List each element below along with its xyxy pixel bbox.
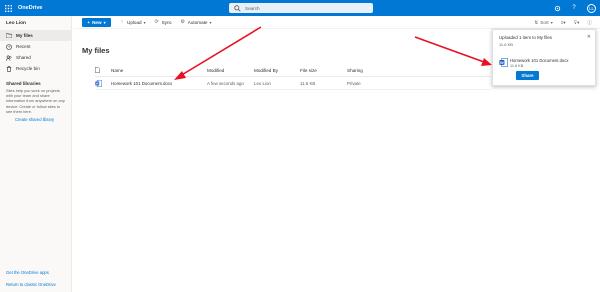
automate-button[interactable]: ⚙ Automate ▾: [180, 19, 212, 25]
word-document-icon: W: [499, 58, 508, 67]
share-button[interactable]: Share: [516, 71, 539, 80]
return-to-classic-link[interactable]: Return to classic OneDrive: [6, 282, 56, 287]
chevron-down-icon: ▾: [143, 19, 146, 25]
people-icon: [6, 54, 12, 61]
clock-icon: [6, 43, 12, 50]
get-onedrive-apps-link[interactable]: Get the OneDrive apps: [6, 270, 49, 275]
sort-icon: ⇅: [534, 19, 539, 25]
uploaded-file-name: Homework 101 Document.docx: [510, 58, 569, 63]
app-title[interactable]: OneDrive: [18, 5, 42, 11]
command-bar: + New ▾ ↑ Upload ▾ ⟳ Sync ⚙ Automate ▾ ⇅…: [73, 16, 600, 29]
upload-button-label: Upload: [127, 19, 142, 25]
chevron-down-icon: ▾: [209, 19, 212, 25]
avatar[interactable]: LL: [587, 3, 596, 13]
shared-libraries-heading: Shared libraries: [6, 81, 41, 86]
create-shared-library-link[interactable]: Create shared library: [0, 114, 71, 122]
sync-button-label: Sync: [161, 19, 172, 25]
top-bar: OneDrive Search ? LL: [0, 0, 600, 16]
file-table: Name Modified Modified By File size Shar…: [95, 64, 491, 90]
sync-button[interactable]: ⟳ Sync: [154, 19, 172, 25]
help-icon[interactable]: ?: [570, 4, 578, 12]
view-options-icon[interactable]: ≡▾: [561, 20, 566, 26]
upload-notification: Uploaded 1 item to My files 11.6 KB ✕ W …: [492, 29, 596, 86]
plus-icon: +: [87, 19, 91, 25]
sort-button-label: Sort: [540, 20, 549, 25]
chevron-down-icon: ▾: [103, 19, 106, 25]
sort-button[interactable]: ⇅ Sort ▾: [534, 20, 552, 26]
sidebar: Leo Lion My files Recent Shared Recycle …: [0, 16, 72, 292]
info-icon[interactable]: ⓘ: [587, 20, 592, 26]
file-sharing: Private: [347, 80, 361, 86]
upload-message: Uploaded 1 item to My files: [499, 35, 552, 40]
top-right-actions: ? LL: [553, 0, 596, 16]
settings-gear-icon[interactable]: [553, 4, 561, 12]
folder-icon: [6, 33, 12, 39]
annotation-arrow-right: [414, 36, 492, 66]
automate-button-label: Automate: [187, 19, 208, 25]
table-row[interactable]: W Homework 101 Document.docx A few secon…: [95, 77, 491, 90]
sidebar-item-my-files[interactable]: My files: [0, 30, 71, 41]
uploaded-file-size: 11.6 KB: [510, 64, 524, 68]
command-bar-right: ⇅ Sort ▾ ≡▾ ⊽▾ ⓘ: [534, 16, 592, 29]
sidebar-item-label: My files: [16, 33, 33, 38]
sidebar-item-label: Shared: [16, 55, 31, 60]
word-document-icon: W: [95, 79, 102, 87]
search-icon: [234, 4, 241, 12]
upload-arrow-icon: ↑: [120, 19, 124, 25]
file-modified-by: Leo Lion: [254, 80, 271, 86]
sidebar-item-recent[interactable]: Recent: [0, 41, 71, 52]
column-header-modified-by[interactable]: Modified By: [254, 68, 300, 73]
chevron-down-icon: ▾: [550, 20, 553, 25]
close-icon[interactable]: ✕: [587, 34, 591, 40]
table-header: Name Modified Modified By File size Shar…: [95, 64, 491, 77]
search-input[interactable]: Search: [229, 3, 373, 13]
sidebar-item-recycle-bin[interactable]: Recycle bin: [0, 63, 71, 74]
file-modified: A few seconds ago: [207, 80, 244, 86]
recycle-bin-icon: [6, 65, 12, 72]
svg-text:W: W: [96, 81, 99, 85]
automate-icon: ⚙: [180, 19, 186, 25]
onedrive-app: OneDrive Search ? LL Leo Lion My files R…: [0, 0, 600, 292]
column-header-name[interactable]: Name: [111, 68, 207, 73]
page-title: My files: [82, 46, 110, 55]
sidebar-item-label: Recycle bin: [16, 66, 40, 71]
column-header-file-size[interactable]: File size: [300, 68, 347, 73]
file-size: 11.6 KB: [300, 80, 316, 86]
sidebar-item-label: Recent: [16, 44, 31, 49]
filter-icon[interactable]: ⊽▾: [574, 20, 580, 26]
upload-size: 11.6 KB: [499, 42, 513, 47]
app-launcher-icon[interactable]: [0, 0, 16, 16]
new-button-label: New: [92, 19, 102, 25]
svg-text:W: W: [500, 61, 504, 65]
new-button[interactable]: + New ▾: [82, 17, 111, 27]
file-type-column-icon[interactable]: [95, 67, 111, 73]
column-header-modified[interactable]: Modified: [207, 68, 254, 73]
user-name: Leo Lion: [6, 21, 26, 26]
shared-libraries-description: Sites help you work on projects with you…: [6, 88, 65, 114]
column-header-sharing[interactable]: Sharing: [347, 68, 407, 73]
sidebar-item-shared[interactable]: Shared: [0, 52, 71, 63]
search-placeholder: Search: [245, 5, 260, 11]
file-name[interactable]: Homework 101 Document.docx: [111, 81, 207, 86]
sync-icon: ⟳: [154, 19, 159, 25]
upload-button[interactable]: ↑ Upload ▾: [119, 19, 146, 25]
